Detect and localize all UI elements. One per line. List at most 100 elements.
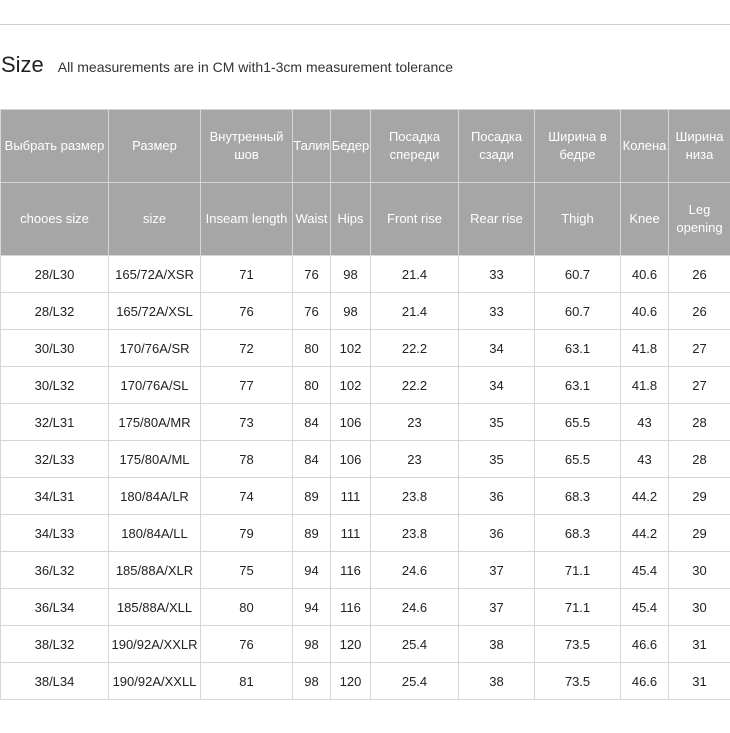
tolerance-note: All measurements are in CM with1-3cm mea… (57, 59, 454, 75)
table-cell: 73.5 (534, 662, 621, 700)
table-cell: 46.6 (620, 662, 669, 700)
table-cell: 68.3 (534, 477, 621, 515)
table-cell: 40.6 (620, 292, 669, 330)
table-cell: 98 (292, 662, 331, 700)
table-cell: 89 (292, 514, 331, 552)
table-cell: 33 (458, 292, 535, 330)
table-cell: 35 (458, 440, 535, 478)
header-row-en: chooes size size Inseam length Waist Hips Fro… (0, 182, 730, 256)
table-cell: 41.8 (620, 329, 669, 367)
table-cell: 38 (458, 625, 535, 663)
table-cell: 102 (330, 366, 371, 404)
table-row: 38/L34 190/92A/XXLL 81 98 120 25.4 38 73.5 46.6 3… (0, 662, 730, 700)
table-cell: 65.5 (534, 403, 621, 441)
table-cell: 30 (668, 588, 730, 626)
table-cell: 84 (292, 440, 331, 478)
table-row: 30/L32 170/76A/SL 77 80 102 22.2 34 63.1 41.8 27 (0, 366, 730, 404)
header-ru-cell: Посадка сзади (458, 109, 535, 183)
table-cell: 21.4 (370, 255, 459, 293)
table-cell: 29 (668, 477, 730, 515)
header-ru-cell: Размер (108, 109, 201, 183)
table-cell: 23 (370, 440, 459, 478)
table-cell: 180/84A/LR (108, 477, 201, 515)
table-cell: 116 (330, 588, 371, 626)
table-cell: 40.6 (620, 255, 669, 293)
table-cell: 170/76A/SL (108, 366, 201, 404)
table-cell: 34/L33 (0, 514, 109, 552)
table-row: 34/L33 180/84A/LL 79 89 111 23.8 36 68.3 44.2 29 (0, 514, 730, 552)
table-cell: 71 (200, 255, 293, 293)
table-cell: 43 (620, 403, 669, 441)
table-cell: 80 (292, 329, 331, 367)
size-rows: 28/L30 165/72A/XSR 71 76 98 21.4 33 60.7 40.6 26 2… (0, 255, 730, 700)
table-cell: 165/72A/XSL (108, 292, 201, 330)
header-en-cell: Waist (292, 182, 331, 256)
table-cell: 98 (330, 292, 371, 330)
table-cell: 84 (292, 403, 331, 441)
table-cell: 36 (458, 477, 535, 515)
table-cell: 80 (292, 366, 331, 404)
table-cell: 111 (330, 477, 371, 515)
header-en-cell: Leg opening (668, 182, 730, 256)
table-cell: 185/88A/XLR (108, 551, 201, 589)
header-en-cell: Knee (620, 182, 669, 256)
table-cell: 24.6 (370, 588, 459, 626)
table-row: 30/L30 170/76A/SR 72 80 102 22.2 34 63.1 41.8 27 (0, 329, 730, 367)
table-cell: 45.4 (620, 551, 669, 589)
table-cell: 60.7 (534, 292, 621, 330)
header-en-cell: size (108, 182, 201, 256)
table-cell: 34/L31 (0, 477, 109, 515)
table-cell: 25.4 (370, 662, 459, 700)
table-cell: 106 (330, 440, 371, 478)
table-cell: 116 (330, 551, 371, 589)
table-cell: 71.1 (534, 588, 621, 626)
table-cell: 175/80A/ML (108, 440, 201, 478)
table-cell: 89 (292, 477, 331, 515)
size-heading: Size All measurements are in CM with1-3c… (0, 52, 453, 86)
table-cell: 76 (292, 255, 331, 293)
table-row: 32/L31 175/80A/MR 73 84 106 23 35 65.5 43 28 (0, 403, 730, 441)
table-cell: 30/L30 (0, 329, 109, 367)
table-cell: 60.7 (534, 255, 621, 293)
table-cell: 44.2 (620, 477, 669, 515)
table-cell: 65.5 (534, 440, 621, 478)
table-cell: 34 (458, 329, 535, 367)
table-cell: 28/L32 (0, 292, 109, 330)
table-cell: 72 (200, 329, 293, 367)
table-cell: 27 (668, 366, 730, 404)
table-cell: 77 (200, 366, 293, 404)
table-cell: 28/L30 (0, 255, 109, 293)
table-cell: 120 (330, 625, 371, 663)
table-cell: 26 (668, 292, 730, 330)
table-cell: 190/92A/XXLL (108, 662, 201, 700)
header-en-cell: Rear rise (458, 182, 535, 256)
table-cell: 27 (668, 329, 730, 367)
table-cell: 24.6 (370, 551, 459, 589)
table-cell: 180/84A/LL (108, 514, 201, 552)
table-cell: 71.1 (534, 551, 621, 589)
table-cell: 78 (200, 440, 293, 478)
table-cell: 80 (200, 588, 293, 626)
header-ru-cell: Ширина низа (668, 109, 730, 183)
table-cell: 32/L31 (0, 403, 109, 441)
table-row: 38/L32 190/92A/XXLR 76 98 120 25.4 38 73.5 46.6 3… (0, 625, 730, 663)
table-cell: 175/80A/MR (108, 403, 201, 441)
table-cell: 29 (668, 514, 730, 552)
table-row: 28/L32 165/72A/XSL 76 76 98 21.4 33 60.7 40.6 26 (0, 292, 730, 330)
header-ru-cell: Бедер (330, 109, 371, 183)
table-cell: 73 (200, 403, 293, 441)
header-en-cell: Front rise (370, 182, 459, 256)
table-cell: 28 (668, 403, 730, 441)
table-cell: 44.2 (620, 514, 669, 552)
size-chart-table: Выбрать размер Размер Внутренный шов Талия Б… (0, 109, 730, 700)
table-cell: 31 (668, 662, 730, 700)
table-row: 36/L32 185/88A/XLR 75 94 116 24.6 37 71.1 45.4 30 (0, 551, 730, 589)
table-cell: 38/L32 (0, 625, 109, 663)
table-row: 28/L30 165/72A/XSR 71 76 98 21.4 33 60.7 40.6 26 (0, 255, 730, 293)
table-cell: 22.2 (370, 366, 459, 404)
table-cell: 46.6 (620, 625, 669, 663)
table-cell: 23.8 (370, 514, 459, 552)
header-en-cell: Hips (330, 182, 371, 256)
table-cell: 26 (668, 255, 730, 293)
page-title: Size (1, 52, 44, 77)
